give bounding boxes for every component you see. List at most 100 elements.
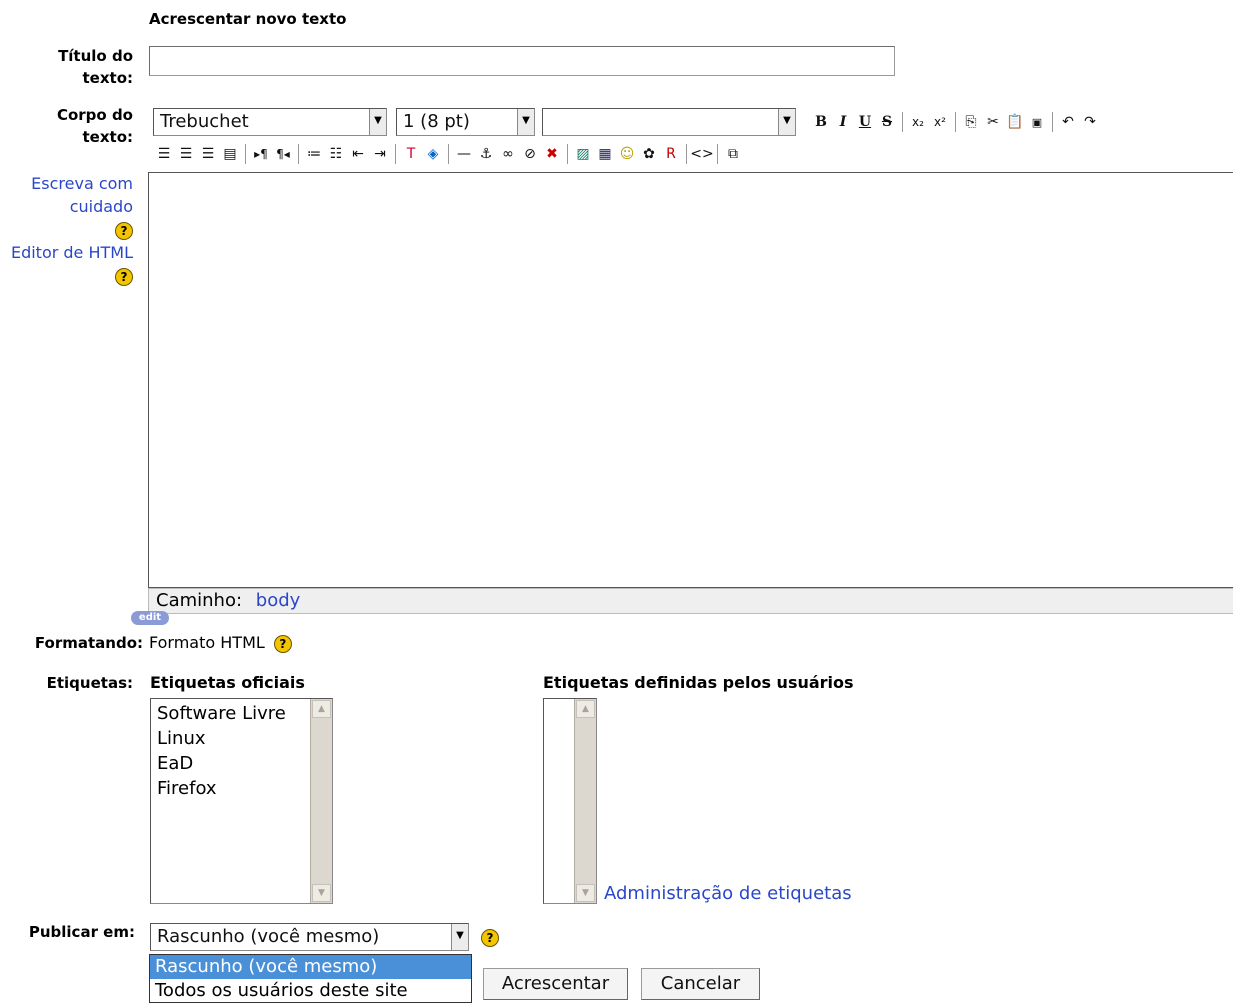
chevron-down-icon: ▼ [369, 109, 386, 135]
special-char-icon[interactable]: ✿ [638, 142, 660, 166]
toolbar-separator [717, 144, 718, 164]
scroll-down-icon[interactable]: ▼ [576, 884, 595, 902]
page-heading: Acrescentar novo texto [149, 10, 347, 28]
official-tags-scrollbar[interactable]: ▲ ▼ [310, 699, 332, 903]
help-link-html-editor[interactable]: Editor de HTML [0, 241, 133, 264]
list-item[interactable]: Linux [157, 726, 332, 751]
font-select[interactable]: Trebuchet ▼ [153, 108, 387, 136]
official-tags-items: Software Livre Linux EaD Firefox [151, 699, 332, 801]
toolbar-separator [245, 144, 246, 164]
chevron-down-icon: ▼ [517, 109, 534, 135]
toolbar-separator [298, 144, 299, 164]
publish-option-draft[interactable]: Rascunho (você mesmo) [150, 955, 471, 979]
justify-icon[interactable]: ▤ [219, 142, 241, 166]
toolbar-separator [448, 144, 449, 164]
unlink-icon[interactable]: ⊘ [519, 142, 541, 166]
format-label: Formatando: [34, 634, 143, 652]
horizontal-rule-icon[interactable]: — [453, 142, 475, 166]
copy-icon[interactable]: ⎘ [960, 110, 982, 134]
ltr-icon[interactable]: ▸¶ [250, 142, 272, 166]
nolink-icon[interactable]: ✖ [541, 142, 563, 166]
indent-icon[interactable]: ⇥ [369, 142, 391, 166]
official-tags-list[interactable]: Software Livre Linux EaD Firefox ▲ ▼ [150, 698, 333, 904]
align-right-icon[interactable]: ☰ [197, 142, 219, 166]
redo-icon[interactable]: ↷ [1079, 110, 1101, 134]
path-body-link[interactable]: body [256, 590, 301, 611]
publish-dropdown-list[interactable]: Rascunho (você mesmo) Todos os usuários … [149, 954, 472, 1003]
bg-color-icon[interactable]: ◈ [422, 142, 444, 166]
editor-area[interactable] [148, 172, 1233, 588]
ordered-list-icon[interactable]: ≔ [303, 142, 325, 166]
publish-select-value: Rascunho (você mesmo) [157, 926, 380, 947]
paste-word-icon[interactable]: ▣ [1026, 110, 1048, 134]
list-item[interactable]: EaD [157, 751, 332, 776]
toolbar-separator [686, 144, 687, 164]
scroll-down-icon[interactable]: ▼ [312, 884, 331, 902]
path-label: Caminho: [156, 590, 243, 611]
user-tags-scrollbar[interactable]: ▲ ▼ [574, 699, 596, 903]
toolbar-separator [1052, 112, 1053, 132]
cut-icon[interactable]: ✂ [982, 110, 1004, 134]
toolbar-separator [567, 144, 568, 164]
help-icon[interactable]: ? [115, 267, 133, 286]
user-tags-list[interactable]: ▲ ▼ [543, 698, 597, 904]
publish-option-site[interactable]: Todos os usuários deste site [150, 979, 471, 1003]
chevron-down-icon: ▼ [778, 109, 795, 135]
text-color-icon[interactable]: T [400, 142, 422, 166]
list-item[interactable]: Software Livre [157, 701, 332, 726]
fullscreen-icon[interactable]: ⧉ [722, 142, 744, 166]
underline-icon[interactable]: U [854, 110, 876, 134]
search-replace-icon[interactable]: R [660, 142, 682, 166]
chevron-down-icon: ▼ [451, 924, 468, 950]
help-link-careful-icon-row: ? [0, 218, 133, 241]
list-item[interactable]: Firefox [157, 776, 332, 801]
paste-icon[interactable]: 📋 [1004, 110, 1026, 134]
smiley-icon[interactable]: ☺ [616, 142, 638, 166]
toolbar-layout: ☰ ☰ ☰ ▤ ▸¶ ¶◂ ≔ ☷ ⇤ ⇥ T ◈ — ⚓ ∞ ⊘ ✖ ▨ ▦ … [153, 140, 744, 168]
edit-badge[interactable]: edit [131, 611, 169, 625]
align-center-icon[interactable]: ☰ [175, 142, 197, 166]
html-source-icon[interactable]: <> [690, 142, 713, 166]
outdent-icon[interactable]: ⇤ [347, 142, 369, 166]
user-tags-title: Etiquetas definidas pelos usuários [543, 673, 854, 692]
link-icon[interactable]: ∞ [497, 142, 519, 166]
image-icon[interactable]: ▨ [572, 142, 594, 166]
toolbar-separator [902, 112, 903, 132]
align-left-icon[interactable]: ☰ [153, 142, 175, 166]
toolbar-separator [955, 112, 956, 132]
format-row: Formato HTML ? [149, 632, 292, 654]
publish-select[interactable]: Rascunho (você mesmo) ▼ [150, 923, 469, 951]
unordered-list-icon[interactable]: ☷ [325, 142, 347, 166]
scroll-up-icon[interactable]: ▲ [312, 700, 331, 718]
tags-label: Etiquetas: [46, 674, 133, 692]
size-select[interactable]: 1 (8 pt) ▼ [396, 108, 535, 136]
help-link-careful[interactable]: Escreva com cuidado [0, 172, 133, 218]
scroll-up-icon[interactable]: ▲ [576, 700, 595, 718]
strikethrough-icon[interactable]: S [876, 110, 898, 134]
rtl-icon[interactable]: ¶◂ [272, 142, 294, 166]
help-icon[interactable]: ? [481, 929, 499, 947]
editor-statusbar: Caminho: body [148, 588, 1233, 614]
title-input[interactable] [149, 46, 895, 76]
help-links: Escreva com cuidado ? Editor de HTML ? [0, 172, 133, 287]
subscript-icon[interactable]: x₂ [907, 110, 929, 134]
cancel-button[interactable]: Cancelar [641, 968, 760, 1000]
toolbar-format: B I U S x₂ x² ⎘ ✂ 📋 ▣ ↶ ↷ [810, 108, 1101, 136]
submit-button[interactable]: Acrescentar [483, 968, 628, 1000]
bold-icon[interactable]: B [810, 110, 832, 134]
body-label: Corpo do texto: [56, 106, 133, 146]
superscript-icon[interactable]: x² [929, 110, 951, 134]
table-icon[interactable]: ▦ [594, 142, 616, 166]
font-select-value: Trebuchet [160, 111, 249, 132]
official-tags-title: Etiquetas oficiais [150, 673, 305, 692]
help-link-html-icon-row: ? [0, 264, 133, 287]
italic-icon[interactable]: I [832, 110, 854, 134]
undo-icon[interactable]: ↶ [1057, 110, 1079, 134]
style-select[interactable]: ▼ [542, 108, 796, 136]
size-select-value: 1 (8 pt) [403, 111, 470, 132]
tag-admin-link[interactable]: Administração de etiquetas [604, 882, 852, 906]
toolbar-separator [395, 144, 396, 164]
help-icon[interactable]: ? [115, 221, 133, 240]
help-icon[interactable]: ? [273, 634, 292, 653]
anchor-icon[interactable]: ⚓ [475, 142, 497, 166]
